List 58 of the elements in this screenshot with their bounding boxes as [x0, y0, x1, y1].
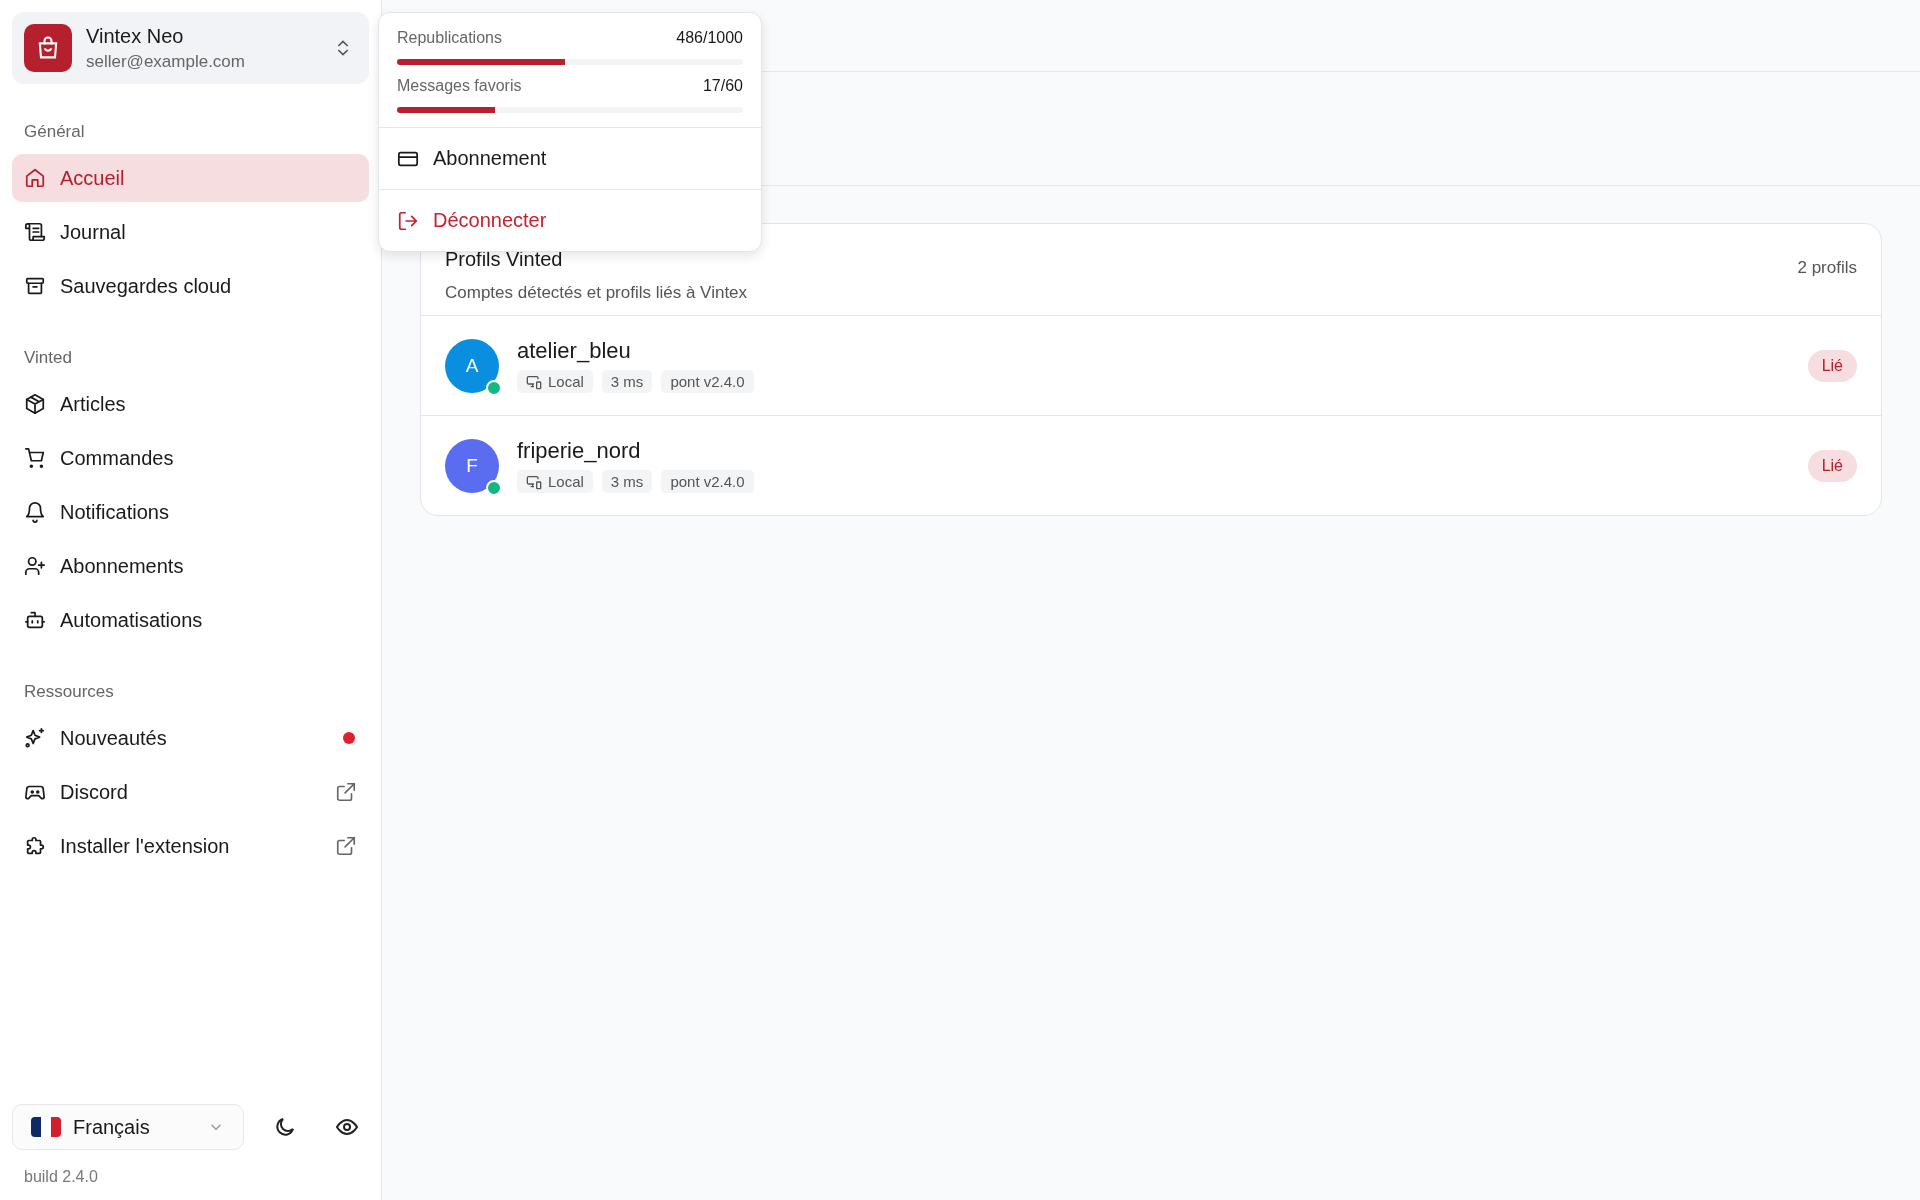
- profile-tag: 3 ms: [601, 370, 653, 393]
- nav-item[interactable]: Journal: [12, 208, 369, 256]
- sparkle-icon: [24, 727, 46, 749]
- profile-count: 2 profils: [1797, 257, 1857, 278]
- menu-item[interactable]: Déconnecter: [379, 189, 761, 251]
- status-badge: Lié: [1807, 349, 1857, 382]
- nav-item[interactable]: Accueil: [12, 154, 369, 202]
- account-switcher[interactable]: Vintex Neo seller@example.com: [12, 12, 369, 84]
- usage-count: 17/60: [702, 77, 743, 95]
- section-heading: Ressources: [23, 681, 115, 703]
- archive-icon: [24, 275, 46, 297]
- cart-icon: [24, 447, 46, 469]
- section-heading: Vinted: [23, 347, 73, 369]
- user-plus-icon: [24, 555, 46, 577]
- scroll-icon: [24, 221, 46, 243]
- card-title: Profils Vinted: [445, 248, 564, 271]
- bell-icon: [24, 501, 46, 523]
- usage-count: 486/1000: [676, 29, 743, 47]
- section-heading: Général: [23, 121, 86, 143]
- menu-item[interactable]: Abonnement: [379, 128, 761, 189]
- new-indicator-dot: [343, 732, 355, 744]
- flag-icon: [31, 1117, 61, 1137]
- home-icon: [24, 167, 46, 189]
- logout-icon: [397, 209, 419, 232]
- usage-label: Messages favoris: [397, 77, 522, 95]
- profile-tag: pont v2.4.0: [661, 470, 754, 493]
- usage-label: Republications: [397, 29, 502, 47]
- nav-item[interactable]: Installer l'extension: [12, 822, 369, 870]
- puzzle-icon: [24, 835, 46, 857]
- nav-item[interactable]: Abonnements: [12, 542, 369, 590]
- nav-item[interactable]: Articles: [12, 380, 369, 428]
- build-version: build 2.4.0: [24, 1168, 99, 1186]
- nav-item[interactable]: Discord: [12, 768, 369, 816]
- card-subtitle: Comptes détectés et profils liés à Vintex: [445, 283, 749, 303]
- status-badge: Lié: [1807, 449, 1857, 482]
- devices-icon: [526, 473, 542, 490]
- profile-tag: pont v2.4.0: [661, 370, 754, 393]
- nav-item[interactable]: Automatisations: [12, 596, 369, 644]
- profile-tag: 3 ms: [601, 470, 653, 493]
- nav-item[interactable]: Commandes: [12, 434, 369, 482]
- nav-item[interactable]: Nouveautés: [12, 714, 369, 762]
- account-name: Vintex Neo: [86, 24, 185, 48]
- external-link-icon: [335, 835, 357, 857]
- language-select[interactable]: Français: [12, 1104, 245, 1150]
- avatar: F: [445, 438, 499, 493]
- bag-logo-icon: [24, 24, 72, 72]
- profile-tag: Local: [517, 470, 593, 493]
- package-icon: [24, 393, 46, 415]
- account-email: seller@example.com: [86, 51, 246, 72]
- profile-tag: Local: [517, 370, 593, 393]
- profile-name: atelier_bleu: [517, 338, 632, 364]
- nav-item[interactable]: Sauvegardes cloud: [12, 262, 369, 310]
- profile-name: friperie_nord: [517, 438, 642, 464]
- nav-item[interactable]: Notifications: [12, 488, 369, 536]
- devices-icon: [526, 373, 542, 390]
- external-link-icon: [335, 781, 357, 803]
- robot-icon: [24, 609, 46, 631]
- avatar: A: [445, 338, 499, 393]
